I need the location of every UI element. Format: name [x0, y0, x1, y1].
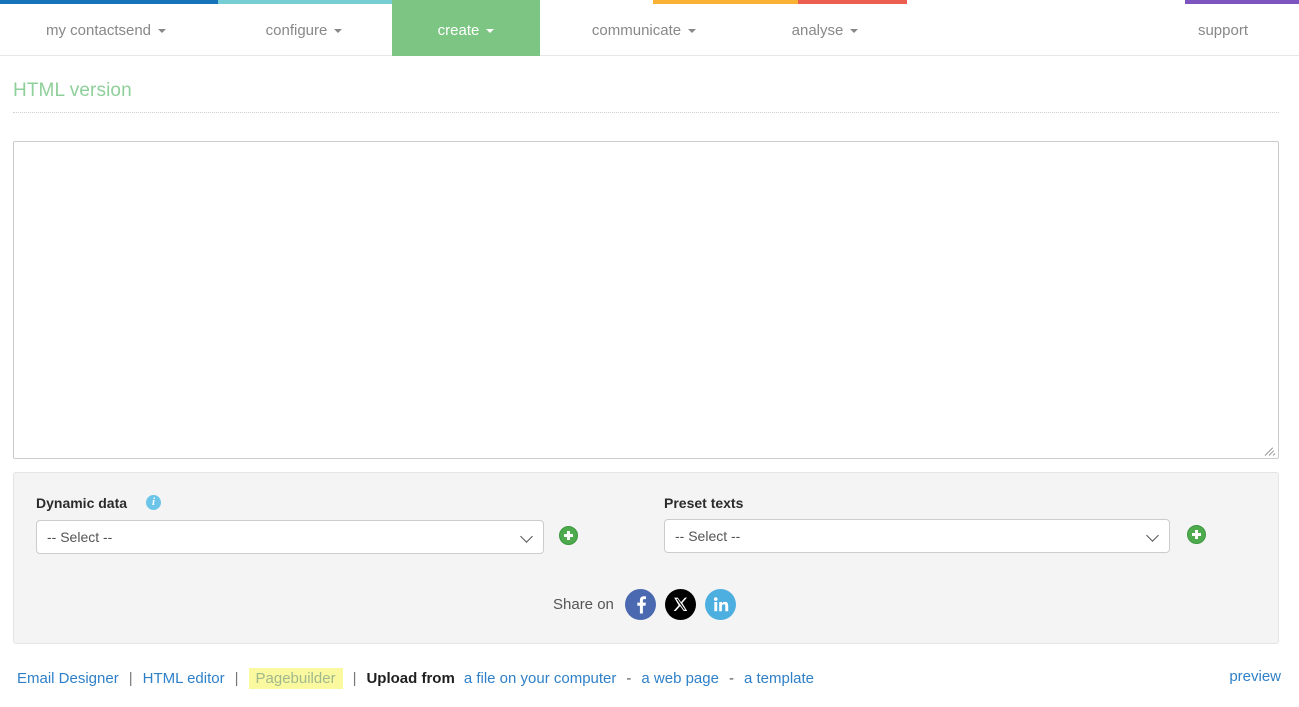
nav-item-label: communicate: [591, 21, 682, 39]
nav-item-label: my contactsend: [45, 21, 152, 39]
footer-toolbar: Email Designer | HTML editor | Pagebuild…: [0, 655, 1299, 707]
nav-item-my-contactsend[interactable]: my contactsend: [18, 4, 194, 56]
chevron-down-icon: [158, 29, 167, 33]
nav-item-configure[interactable]: configure: [238, 4, 370, 56]
nav-item-label: analyse: [791, 21, 844, 39]
add-dynamic-data-button[interactable]: [559, 526, 578, 545]
page-heading-section: HTML version: [13, 80, 1279, 113]
nav-item-label: support: [1197, 21, 1249, 39]
chevron-down-icon: [334, 29, 343, 33]
pagebuilder-link[interactable]: Pagebuilder: [248, 668, 343, 689]
upload-from-web-page-link[interactable]: a web page: [641, 670, 719, 687]
html-source-textarea[interactable]: [13, 141, 1279, 459]
nav-item-support[interactable]: support: [1172, 4, 1274, 56]
preset-texts-select[interactable]: -- Select --: [664, 519, 1170, 553]
separator: |: [234, 670, 239, 687]
upload-from-template-link[interactable]: a template: [744, 670, 814, 687]
nav-item-communicate[interactable]: communicate: [568, 4, 720, 56]
x-twitter-icon[interactable]: [664, 589, 696, 620]
heading-divider: [13, 112, 1279, 113]
nav-item-label: configure: [265, 21, 328, 39]
email-designer-link[interactable]: Email Designer: [17, 670, 119, 687]
dynamic-data-label: Dynamic data: [36, 495, 128, 511]
nav-item-label: create: [437, 21, 480, 39]
chevron-down-icon: [850, 29, 859, 33]
main-navigation: my contactsend configure create communicate…: [0, 4, 1299, 56]
html-editor-link[interactable]: HTML editor: [143, 670, 225, 687]
add-preset-text-button[interactable]: [1187, 525, 1206, 544]
facebook-icon[interactable]: [624, 589, 656, 620]
separator: |: [128, 670, 133, 687]
share-label: Share on: [553, 596, 614, 613]
footer-links: Email Designer | HTML editor | Pagebuild…: [17, 668, 814, 689]
nav-item-create[interactable]: create: [392, 4, 540, 56]
share-row: Share on: [553, 589, 736, 620]
chevron-down-icon: [688, 29, 697, 33]
nav-item-analyse[interactable]: analyse: [770, 4, 880, 56]
dash-separator: -: [626, 670, 632, 687]
page-title: HTML version: [13, 80, 132, 101]
linkedin-icon[interactable]: [704, 589, 736, 620]
preview-link[interactable]: preview: [1229, 668, 1281, 685]
dash-separator: -: [728, 670, 734, 687]
dynamic-data-select[interactable]: -- Select --: [36, 520, 544, 554]
upload-from-label: Upload from: [366, 670, 455, 687]
preset-texts-label: Preset texts: [664, 495, 744, 511]
chevron-down-icon: [486, 29, 495, 33]
separator: |: [352, 670, 357, 687]
upload-from-file-link[interactable]: a file on your computer: [464, 670, 617, 687]
info-icon[interactable]: i: [146, 495, 161, 510]
